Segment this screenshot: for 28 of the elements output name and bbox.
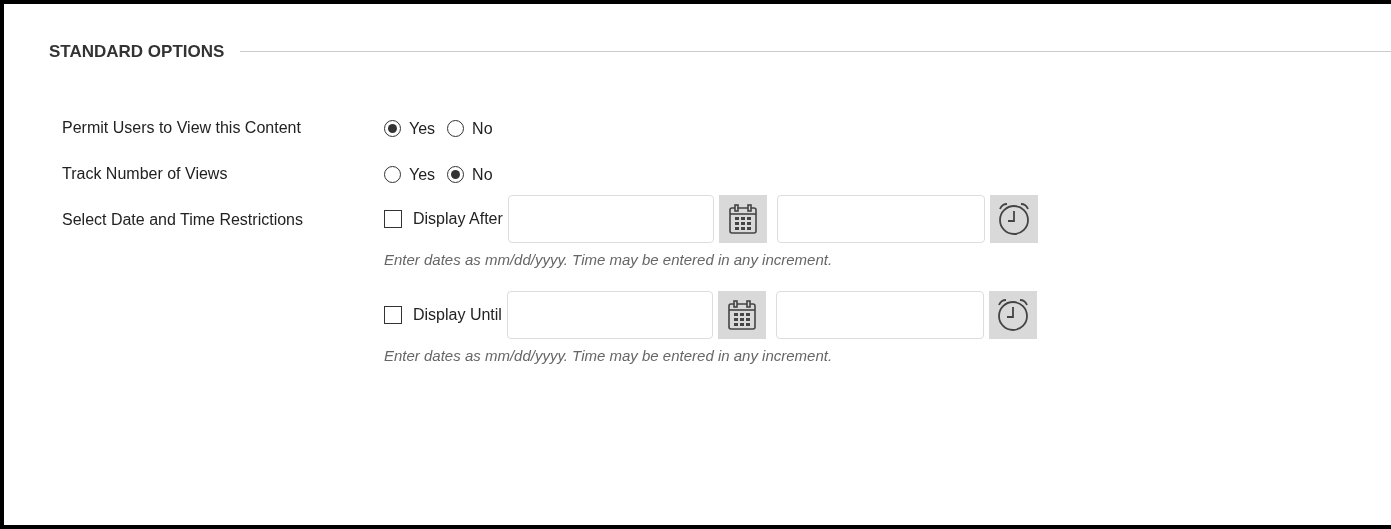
- checkbox-label: Display Until: [413, 305, 502, 325]
- radio-button[interactable]: [447, 120, 465, 137]
- radio-label: Yes: [409, 164, 436, 185]
- radio-label: No: [472, 164, 493, 185]
- hint-text: Enter dates as mm/dd/yyyy. Time may be entered in any increment.: [384, 346, 834, 366]
- section-title: STANDARD OPTIONS: [49, 41, 225, 63]
- date-picker-button[interactable]: [717, 291, 766, 339]
- time-field[interactable]: [776, 194, 985, 243]
- option-label: Select Date and Time Restrictions: [62, 209, 304, 230]
- radio-button[interactable]: [384, 166, 401, 183]
- radio-button[interactable]: [447, 166, 465, 183]
- radio-label: No: [472, 118, 493, 139]
- date-field[interactable]: [507, 194, 714, 243]
- option-label: Permit Users to View this Content: [62, 117, 302, 138]
- radio-label: Yes: [409, 118, 436, 139]
- date-field[interactable]: [506, 291, 713, 339]
- date-picker-button[interactable]: [718, 194, 767, 243]
- calendar-icon: [727, 202, 758, 235]
- checkbox[interactable]: [384, 209, 402, 228]
- calendar-icon: [726, 299, 757, 331]
- hint-text: Enter dates as mm/dd/yyyy. Time may be entered in any increment.: [384, 249, 834, 270]
- radio-button[interactable]: [384, 120, 401, 137]
- time-field[interactable]: [775, 291, 984, 339]
- time-picker-button[interactable]: [989, 194, 1038, 243]
- checkbox-label: Display After: [413, 208, 503, 229]
- time-picker-button[interactable]: [988, 291, 1037, 339]
- option-label: Track Number of Views: [62, 163, 229, 184]
- checkbox[interactable]: [384, 306, 402, 324]
